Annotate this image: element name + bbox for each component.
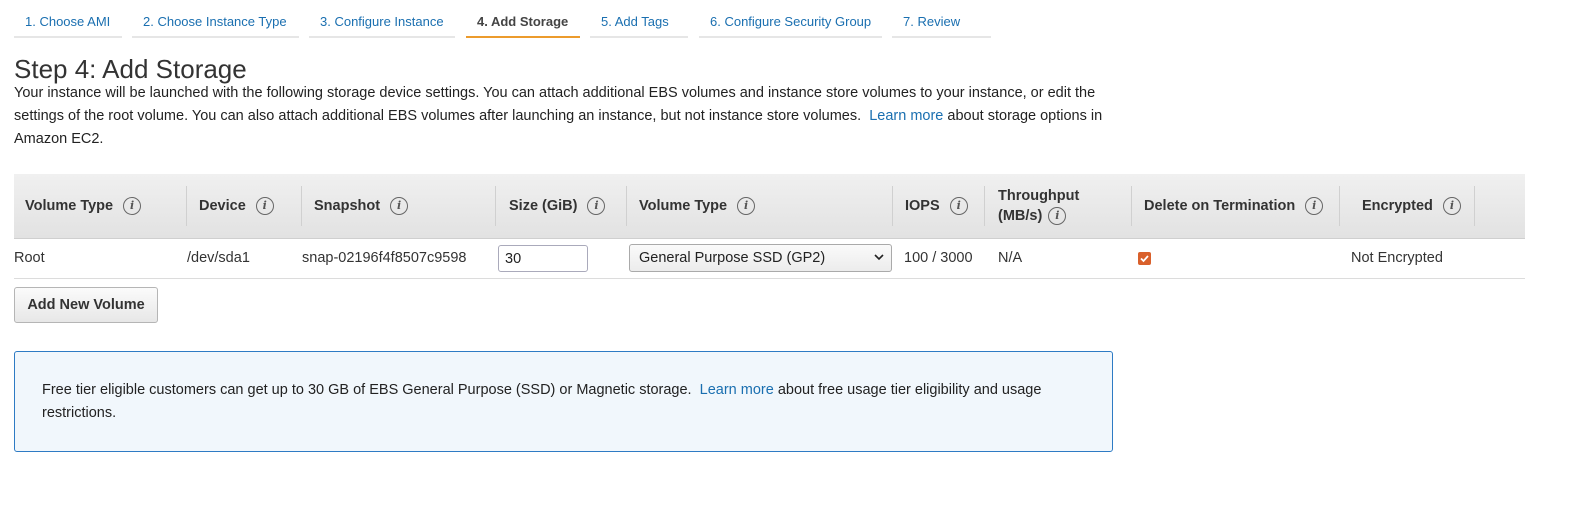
info-icon[interactable]: i [1305,197,1324,215]
column-header-ebs-volume-type: Volume Type i [639,174,756,238]
cell-encrypted: Not Encrypted [1351,250,1443,266]
notice-text: Free tier eligible customers can get up … [42,382,692,398]
column-header-volume-type: Volume Type i [25,174,142,238]
column-divider[interactable] [186,186,187,226]
column-header-throughput: Throughput (MB/s) i [998,174,1108,238]
column-label: Volume Type [25,198,114,214]
page-title: Step 4: Add Storage [14,54,247,84]
tab-choose-instance-type[interactable]: 2. Choose Instance Type [132,0,299,38]
column-label: Volume Type [639,198,728,214]
table-header: Volume Type i Device i Snapshot i Size (GiB… [14,174,1525,239]
free-tier-notice: Free tier eligible customers can get up … [14,351,1113,452]
column-divider[interactable] [1131,186,1132,226]
column-header-snapshot: Snapshot i [314,174,409,238]
tab-configure-security-group[interactable]: 6. Configure Security Group [699,0,882,38]
info-icon[interactable]: i [737,197,756,215]
info-icon[interactable]: i [587,197,606,215]
column-divider[interactable] [626,186,627,226]
tab-add-tags[interactable]: 5. Add Tags [590,0,688,38]
delete-on-termination-checkbox[interactable] [1138,252,1151,265]
info-icon[interactable]: i [1442,197,1461,215]
column-divider[interactable] [984,186,985,226]
column-label: Throughput (MB/s) i [998,186,1108,226]
column-label: Size (GiB) [509,198,578,214]
cell-device: /dev/sda1 [187,250,250,266]
column-divider[interactable] [892,186,893,226]
column-label: Device [199,198,246,214]
column-header-encrypted: Encrypted i [1362,174,1461,238]
info-icon[interactable]: i [123,197,142,215]
column-label: Encrypted [1362,198,1433,214]
cell-volume-type: Root [14,250,45,266]
column-divider[interactable] [1474,186,1475,226]
tab-review[interactable]: 7. Review [892,0,991,38]
info-icon[interactable]: i [1048,207,1067,226]
add-new-volume-button[interactable]: Add New Volume [14,287,158,323]
cell-snapshot: snap-02196f4f8507c9598 [302,250,467,266]
column-divider[interactable] [1339,186,1340,226]
page-description: Your instance will be launched with the … [14,82,1119,151]
column-header-device: Device i [199,174,274,238]
tab-configure-instance[interactable]: 3. Configure Instance [309,0,455,38]
column-header-delete-on-termination: Delete on Termination i [1144,174,1324,238]
column-divider[interactable] [495,186,496,226]
chevron-down-icon [873,245,885,280]
cell-iops: 100 / 3000 [904,250,973,266]
info-icon[interactable]: i [390,197,409,215]
size-input[interactable] [498,245,588,272]
column-label: IOPS [905,198,940,214]
column-header-iops: IOPS i [905,174,968,238]
learn-more-storage-link[interactable]: Learn more [869,108,943,124]
column-label: Snapshot [314,198,381,214]
learn-more-free-tier-link[interactable]: Learn more [700,382,774,398]
tab-choose-ami[interactable]: 1. Choose AMI [14,0,122,38]
table-row: Root /dev/sda1 snap-02196f4f8507c9598 Ge… [14,239,1525,279]
info-icon[interactable]: i [255,197,274,215]
volume-type-select[interactable]: General Purpose SSD (GP2) [629,244,892,272]
column-header-size: Size (GiB) i [509,174,606,238]
column-label-text: Throughput (MB/s) [998,188,1080,224]
checkmark-icon [1140,255,1149,263]
volume-type-selected: General Purpose SSD (GP2) [639,250,826,266]
column-label: Delete on Termination [1144,198,1296,214]
info-icon[interactable]: i [949,197,968,215]
column-divider[interactable] [301,186,302,226]
cell-throughput: N/A [998,250,1023,266]
tab-add-storage[interactable]: 4. Add Storage [466,0,580,38]
